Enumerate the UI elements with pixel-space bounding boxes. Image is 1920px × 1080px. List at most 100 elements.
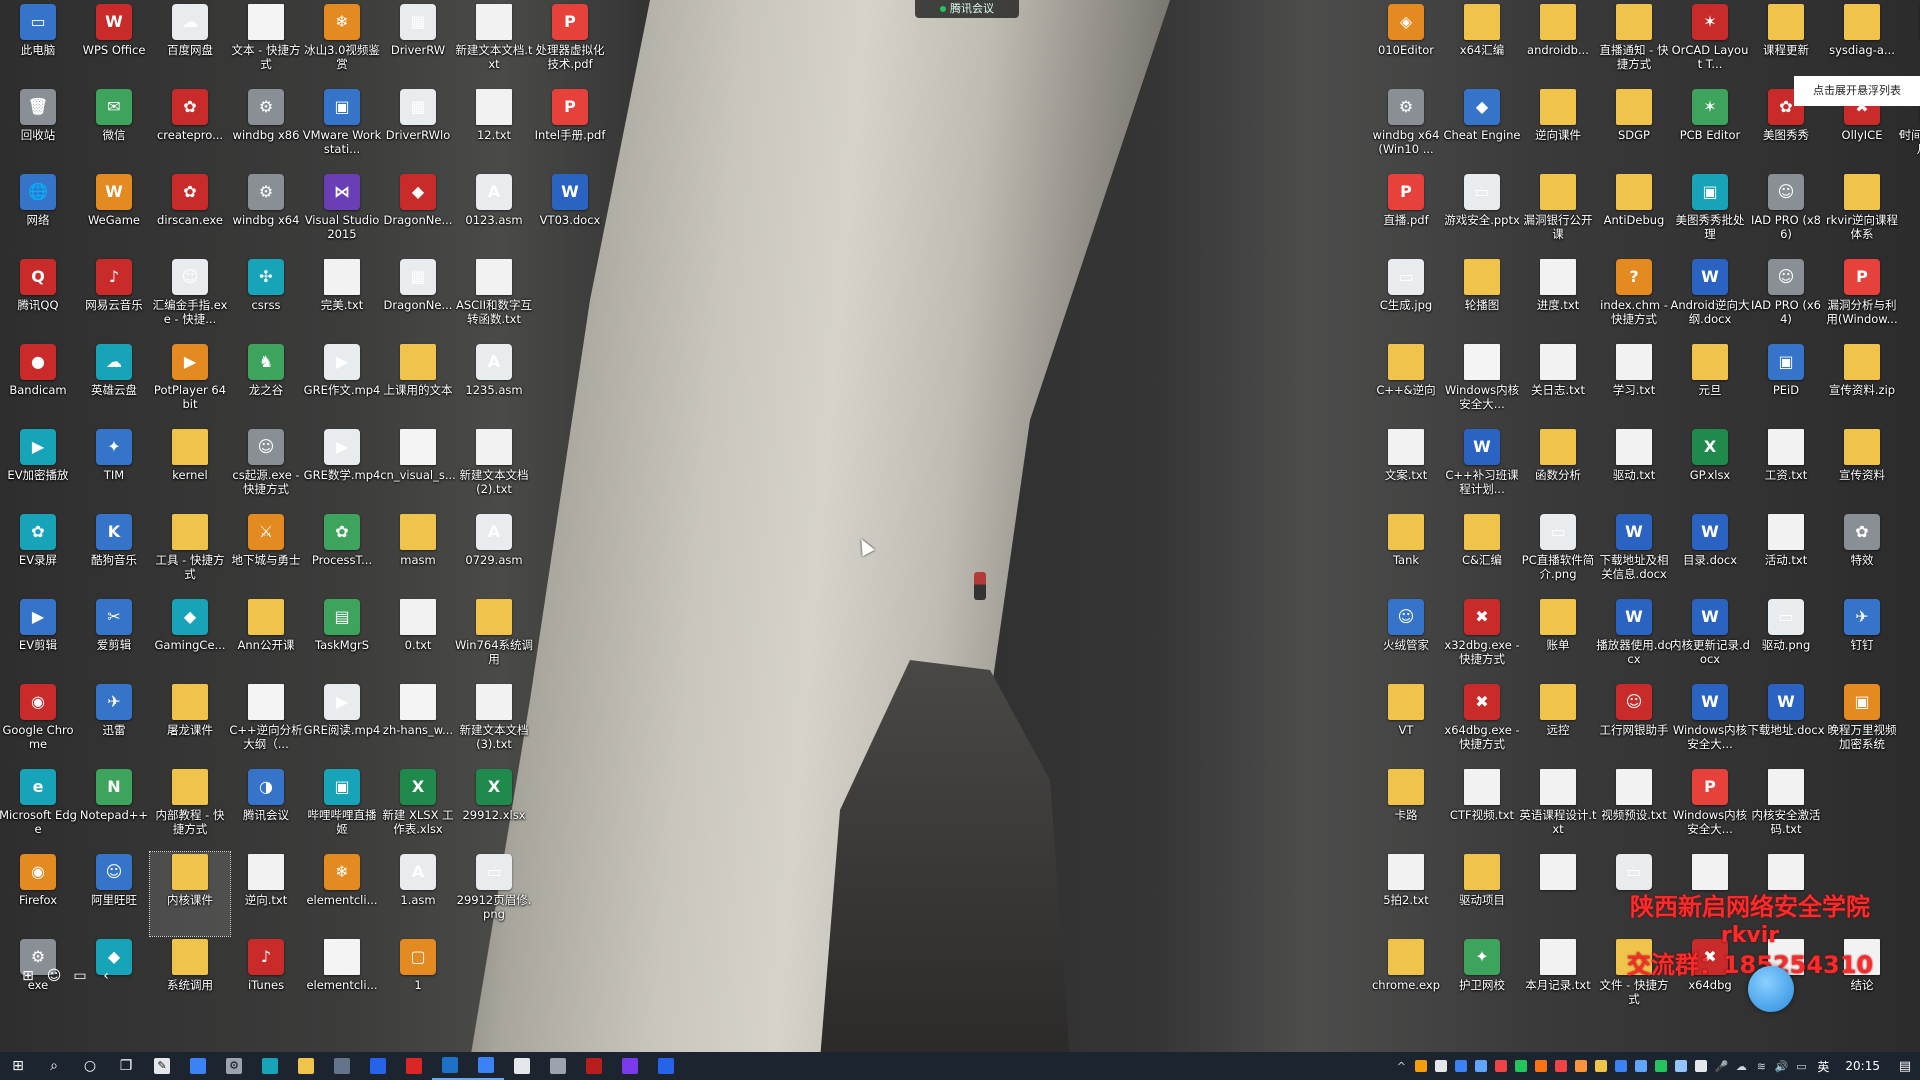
floating-list-tab[interactable]: 点击展开悬浮列表 — [1794, 76, 1920, 106]
desktop-icon-item-2[interactable]: ☁ 百度网盘 — [150, 2, 230, 86]
desktop-icon-elementcli[interactable]: ❄ elementcli... — [302, 852, 382, 936]
tray-icon-19[interactable]: 🔊 — [1771, 1052, 1791, 1080]
desktop-icon-x64dbg-exe[interactable]: ✖ x64dbg.exe - 快捷方式 — [1442, 682, 1522, 766]
desktop-icon-docx[interactable]: W 目录.docx — [1670, 512, 1750, 596]
desktop-icon-vmware-workstati[interactable]: ▣ VMware Workstati... — [302, 87, 382, 171]
desktop-icon-firefox[interactable]: ◉ Firefox — [0, 852, 78, 936]
desktop-icon-gamingce[interactable]: ◆ GamingCe... — [150, 597, 230, 681]
explorer-blue-icon[interactable] — [180, 1052, 216, 1080]
desktop-icon-taskmgrs[interactable]: ▤ TaskMgrS — [302, 597, 382, 681]
desktop-icon-windows[interactable]: Windows内核安全大... — [1442, 342, 1522, 426]
desktop-icon-c-jpg[interactable]: ▭ C生成.jpg — [1366, 257, 1446, 341]
desktop-icon-item-70[interactable]: ▣ 晚程万里视频加密系统 — [1822, 682, 1902, 766]
tray-icon-11[interactable] — [1611, 1052, 1631, 1080]
desktop-icon-item-10[interactable]: 逆向课件 — [1518, 87, 1598, 171]
desktop-icon-png[interactable]: ▭ 驱动.png — [1746, 597, 1826, 681]
desktop-icon-qq[interactable]: Q 腾讯QQ — [0, 257, 78, 341]
settings-icon[interactable]: ⚙ — [216, 1052, 252, 1080]
search-icon[interactable]: ⌕ — [36, 1052, 72, 1080]
desktop-icon-driverrwlo[interactable]: ▦ DriverRWlo — [378, 87, 458, 171]
desktop-icon-txt[interactable]: 驱动.txt — [1594, 427, 1674, 511]
desktop-icon-3-0[interactable]: ❄ 冰山3.0视频鉴赏 — [302, 2, 382, 86]
desktop-icon-item-89[interactable]: ✦ 护卫网校 — [1442, 937, 1522, 1021]
desktop-icon-ann[interactable]: Ann公开课 — [226, 597, 306, 681]
desktop-icon-docx[interactable]: W 内核更新记录.docx — [1670, 597, 1750, 681]
floating-assistant-ball[interactable] — [1748, 966, 1794, 1012]
desktop-icon-0-txt[interactable]: 0.txt — [378, 597, 458, 681]
desktop-icon-1[interactable]: ▢ 1 — [378, 937, 458, 1021]
desktop-icon-2-txt[interactable]: 新建文本文档(2).txt — [454, 427, 534, 511]
desktop-icon-window[interactable]: P 漏洞分析与利用(Window... — [1822, 257, 1902, 341]
pen-icon[interactable]: ✎ — [144, 1052, 180, 1080]
desktop-icon-ev[interactable]: ▶ EV剪辑 — [0, 597, 78, 681]
desktop-icon-google-chrome[interactable]: ◉ Google Chrome — [0, 682, 78, 766]
desktop-icon-x64[interactable]: x64汇编 — [1442, 2, 1522, 86]
desktop-icon-item-51[interactable]: ⚔ 地下城与勇士 — [226, 512, 306, 596]
desktop-icon-item-75[interactable]: ◑ 腾讯会议 — [226, 767, 306, 851]
desktop-icon-microsoft-edge[interactable]: e Microsoft Edge — [0, 767, 78, 851]
desktop-icon-x32dbg-exe[interactable]: ✖ x32dbg.exe - 快捷方式 — [1442, 597, 1522, 681]
store-icon[interactable] — [324, 1052, 360, 1080]
desktop-icon-sdgp[interactable]: SDGP — [1594, 87, 1674, 171]
tray-icon-8[interactable] — [1551, 1052, 1571, 1080]
desktop-icon-1235-asm[interactable]: A 1235.asm — [454, 342, 534, 426]
desktop-icon-txt[interactable]: 视频预设.txt — [1594, 767, 1674, 851]
desktop-icon-item-16[interactable]: 🌐 网络 — [0, 172, 78, 256]
vscode-icon[interactable] — [432, 1052, 468, 1080]
desktop-icon-item-25[interactable]: 轮播图 — [1442, 257, 1522, 341]
desktop-icon-dirscan-exe[interactable]: ✿ dirscan.exe — [150, 172, 230, 256]
desktop-icon-wegame[interactable]: W WeGame — [74, 172, 154, 256]
desktop-icon-c[interactable]: C++&逆向 — [1366, 342, 1446, 426]
desktop-icon-ev[interactable]: ✿ EV录屏 — [0, 512, 78, 596]
desktop-icon-windbg-x64-win10[interactable]: ⚙ windbg x64 (Win10 ... — [1366, 87, 1446, 171]
tray-icon-15[interactable] — [1691, 1052, 1711, 1080]
edge-icon[interactable] — [252, 1052, 288, 1080]
tray-icon-3[interactable] — [1451, 1052, 1471, 1080]
desktop-icon-elementcli[interactable]: elementcli... — [302, 937, 382, 1021]
desktop-icon-gre-mp4[interactable]: ▶ GRE阅读.mp4 — [302, 682, 382, 766]
desktop-icon-item-50[interactable]: 工具 - 快捷方式 — [150, 512, 230, 596]
desktop-icon-item-0[interactable]: ▭ 此电脑 — [0, 2, 78, 86]
desktop-icon-zh-hans-w[interactable]: zh-hans_w... — [378, 682, 458, 766]
desktop-icon-masm[interactable]: masm — [378, 512, 458, 596]
desktop-icon-txt[interactable]: 逆向.txt — [226, 852, 306, 936]
desktop-icon-item-35[interactable]: ♞ 龙之谷 — [226, 342, 306, 426]
tray-icon-1[interactable] — [1411, 1052, 1431, 1080]
desktop-icon-docx[interactable]: W 下载地址.docx — [1746, 682, 1826, 766]
chrome-icon[interactable] — [396, 1052, 432, 1080]
tray-icon-6[interactable] — [1511, 1052, 1531, 1080]
desktop-icon-peid[interactable]: ▣ PEiD — [1746, 342, 1826, 426]
desktop-icon-item-74[interactable]: 内部教程 - 快捷方式 — [150, 767, 230, 851]
folder-icon[interactable] — [288, 1052, 324, 1080]
tray-icon-16[interactable]: 🎤 — [1711, 1052, 1731, 1080]
desktop-icon-windows[interactable]: P Windows内核安全大... — [1670, 767, 1750, 851]
vmware-icon[interactable] — [360, 1052, 396, 1080]
desktop-icon-item-3[interactable]: 文本 - 快捷方式 — [226, 2, 306, 86]
desktop-icon-c[interactable]: C&汇编 — [1442, 512, 1522, 596]
desktop-icon-dragonne[interactable]: ◆ DragonNe... — [378, 172, 458, 256]
desktop-icon-item-20[interactable]: ▣ 美图秀秀批处理 — [1670, 172, 1750, 256]
collapse-icon[interactable]: ‹ — [96, 966, 116, 986]
desktop-icon-processt[interactable]: ✿ ProcessT... — [302, 512, 382, 596]
desktop-icon-gre-mp4[interactable]: ▶ GRE数学.mp4 — [302, 427, 382, 511]
desktop-icon-tim[interactable]: ✦ TIM — [74, 427, 154, 511]
desktop-icon-item-8[interactable]: 🗑 回收站 — [0, 87, 78, 171]
desktop-icon-windows[interactable]: W Windows内核安全大... — [1670, 682, 1750, 766]
task-view-icon[interactable]: ❐ — [108, 1052, 144, 1080]
desktop-icon-item-54[interactable]: ✿ 特效 — [1822, 512, 1902, 596]
grid-icon[interactable]: ⊞ — [18, 966, 38, 986]
desktop-icon-ascii-txt[interactable]: ASCII和数字互转函数.txt — [454, 257, 534, 341]
desktop-icon-notepad[interactable]: N Notepad++ — [74, 767, 154, 851]
desktop-icon-txt[interactable]: 关日志.txt — [1518, 342, 1598, 426]
desktop-icon-driverrw[interactable]: ▦ DriverRW — [378, 2, 458, 86]
desktop-icon-pdf[interactable]: P 处理器虚拟化技术.pdf — [530, 2, 610, 86]
desktop-icon-win764[interactable]: Win764系统调用 — [454, 597, 534, 681]
desktop-icon-rkvir[interactable]: rkvir逆向课程体系 — [1822, 172, 1902, 256]
desktop-icon-item-42[interactable]: 函数分析 — [1518, 427, 1598, 511]
desktop-icon-docx[interactable]: W 播放器使用.docx — [1594, 597, 1674, 681]
desktop-icon-chrome-exp[interactable]: chrome.exp — [1366, 937, 1446, 1021]
desktop-icon-zip[interactable]: 宣传资料.zip — [1822, 342, 1902, 426]
desktop-icon-item-3[interactable]: 直播通知 - 快捷方式 — [1594, 2, 1674, 86]
desktop-icon-cn-visual-s[interactable]: cn_visual_s... — [378, 427, 458, 511]
desktop-icon-intel-pdf[interactable]: P Intel手册.pdf — [530, 87, 610, 171]
